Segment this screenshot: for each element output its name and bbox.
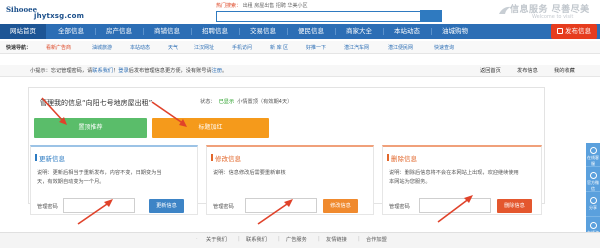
box-accent — [387, 154, 389, 161]
hot-search-item[interactable]: 出租 — [243, 3, 253, 9]
hot-search-item[interactable]: 房屋出售 — [254, 3, 274, 9]
hot-search: 热门搜索： 出租 房屋出售 招聘 华美小区 — [216, 2, 307, 9]
annotation-arrow-icon — [257, 199, 293, 225]
favorites-link[interactable]: 我的收藏 — [554, 67, 575, 74]
status-line: 状态： 已显示 小情置顶（有效期4天） — [200, 98, 292, 105]
footer-link-join[interactable]: 合作加盟 — [366, 236, 387, 243]
footer-link-ads[interactable]: 广告服务 — [286, 236, 307, 243]
side-item-label: 官方微信 — [587, 180, 599, 191]
tip-text-1: 忘记管理密码，请 — [50, 68, 93, 74]
delete-button[interactable]: 删除信息 — [497, 199, 532, 213]
box-title: 更新信息 — [39, 155, 65, 163]
footer-separator: | — [358, 236, 360, 242]
status-badge: 已显示 — [218, 99, 235, 105]
quick-nav-item[interactable]: 手机访问 — [232, 44, 252, 51]
share-icon — [589, 197, 597, 204]
quick-nav-item[interactable]: 快速查询 — [434, 44, 454, 51]
register-link[interactable]: 注册 — [212, 68, 222, 74]
slogan-en: Welcome to visit — [532, 14, 574, 20]
footer-separator: · — [196, 236, 198, 242]
annotation-arrow-icon — [41, 97, 67, 125]
main-nav: 网站首页 全部信息 房产信息 商铺信息 招聘信息 交易信息 便民信息 商家大全 … — [0, 24, 600, 39]
hot-search-item[interactable]: 华美小区 — [287, 3, 307, 9]
nav-item-jobs[interactable]: 招聘信息 — [192, 24, 238, 39]
hot-search-item[interactable]: 招聘 — [276, 3, 286, 9]
footer-separator: | — [238, 236, 240, 242]
search-button[interactable] — [420, 10, 442, 22]
footer-link-friends[interactable]: 友情链接 — [326, 236, 347, 243]
nav-item-shopping[interactable]: 油城购物 — [432, 24, 478, 39]
side-item-label: 在线客服 — [587, 155, 599, 166]
box-description: 说明：删除后信息将不会在本网站上出现，欢迎继续使用本网站为您服务。 — [389, 170, 519, 185]
box-description: 说明：信息修改后需要重新审核 — [213, 170, 286, 176]
quick-nav-item[interactable]: 看新广告商 — [46, 44, 71, 51]
contact-link[interactable]: 联系我们 — [92, 68, 113, 74]
side-item-share[interactable]: 分享 — [586, 193, 600, 217]
logo-mark: Sihooee — [6, 5, 38, 14]
search-input[interactable] — [216, 11, 424, 22]
nav-item-house[interactable]: 房产信息 — [96, 24, 142, 39]
quick-nav-item[interactable]: 江汉网址 — [194, 44, 214, 51]
publish-link[interactable]: 发布信息 — [517, 67, 538, 74]
quick-nav-item[interactable]: 好推一下 — [306, 44, 326, 51]
tip-text-3: 后发布管理信息更方便，没有账号请 — [128, 68, 212, 74]
annotation-arrow-icon — [151, 101, 187, 127]
update-button[interactable]: 更新信息 — [149, 199, 184, 213]
phone-icon — [589, 222, 597, 229]
login-link[interactable]: 登录 — [118, 68, 128, 74]
password-label: 管理密码 — [389, 204, 410, 210]
site-header: Sihooee jhytxsg.com 热门搜索： 出租 房屋出售 招聘 华美小… — [0, 0, 600, 24]
publish-label: 发布信息 — [565, 27, 591, 35]
nav-item-home[interactable]: 网站首页 — [0, 24, 46, 39]
nav-item-shop[interactable]: 商铺信息 — [144, 24, 190, 39]
hot-search-label: 热门搜索： — [216, 3, 242, 9]
quick-nav-item[interactable]: 油城旅游 — [92, 44, 112, 51]
box-accent — [35, 154, 37, 161]
annotation-arrow-icon — [437, 195, 473, 223]
footer-separator: | — [278, 236, 280, 242]
footer-link-about[interactable]: 关于我们 — [206, 236, 227, 243]
footer-link-contact[interactable]: 联系我们 — [246, 236, 267, 243]
password-label: 管理密码 — [37, 204, 58, 210]
box-title: 删除信息 — [391, 155, 417, 163]
edit-button[interactable]: 修改信息 — [323, 199, 358, 213]
footer-separator: | — [318, 236, 320, 242]
side-item-service[interactable]: 在线客服 — [586, 143, 600, 167]
quick-nav: 快速导航： 看新广告商 油城旅游 本站动态 天气 江汉网址 手机访问 新 库 区… — [0, 41, 600, 54]
nav-item-merchants[interactable]: 商家大全 — [336, 24, 382, 39]
side-item-wechat[interactable]: 官方微信 — [586, 168, 600, 192]
tip-label: 小提示： — [30, 68, 51, 74]
quick-nav-item[interactable]: 本站动态 — [130, 44, 150, 51]
quick-nav-item[interactable]: 新 库 区 — [270, 44, 288, 51]
edit-icon — [557, 28, 563, 34]
tip-text: 小提示：忘记管理密码，请联系我们！登录后发布管理信息更方便，没有账号请注册。 — [30, 67, 227, 74]
quick-nav-item[interactable]: 潜江便民网 — [388, 44, 413, 51]
tip-bar: 小提示：忘记管理密码，请联系我们！登录后发布管理信息更方便，没有账号请注册。 返… — [0, 65, 600, 77]
password-label: 管理密码 — [213, 204, 234, 210]
logo-domain: jhytxsg.com — [34, 12, 85, 20]
nav-item-service[interactable]: 便民信息 — [288, 24, 334, 39]
annotation-arrow-icon — [77, 199, 113, 225]
box-description: 说明：更新后相当于重新发布，内容不变，日期变为当天，有效期自动变为一个月。 — [37, 170, 162, 185]
tip-text-4: 。 — [222, 68, 228, 74]
status-label: 状态： — [200, 99, 216, 105]
chat-icon — [589, 147, 597, 154]
publish-button[interactable]: 发布信息 — [551, 24, 597, 39]
wechat-icon — [589, 172, 597, 179]
status-extra: 小情置顶（有效期4天） — [237, 99, 293, 105]
quick-nav-item[interactable]: 潜江汽车网 — [344, 44, 369, 51]
quick-nav-title: 快速导航： — [6, 45, 32, 51]
nav-item-trade[interactable]: 交易信息 — [240, 24, 286, 39]
box-title: 修改信息 — [215, 155, 241, 163]
nav-item-news[interactable]: 本站动态 — [384, 24, 430, 39]
quick-nav-item[interactable]: 天气 — [168, 44, 178, 51]
side-float-bar: 在线客服 官方微信 分享 在线咨询 — [586, 143, 600, 243]
site-footer: · 关于我们 | 联系我们 | 广告服务 | 友情链接 | 合作加盟 — [0, 232, 600, 248]
back-home-link[interactable]: 返回首页 — [480, 67, 501, 74]
site-logo[interactable]: Sihooee jhytxsg.com — [6, 2, 84, 22]
side-item-label: 分享 — [589, 205, 597, 210]
nav-item-all[interactable]: 全部信息 — [48, 24, 94, 39]
slogan: 信息服务 尽善尽美 Welcome to visit — [498, 2, 598, 22]
box-accent — [211, 154, 213, 161]
